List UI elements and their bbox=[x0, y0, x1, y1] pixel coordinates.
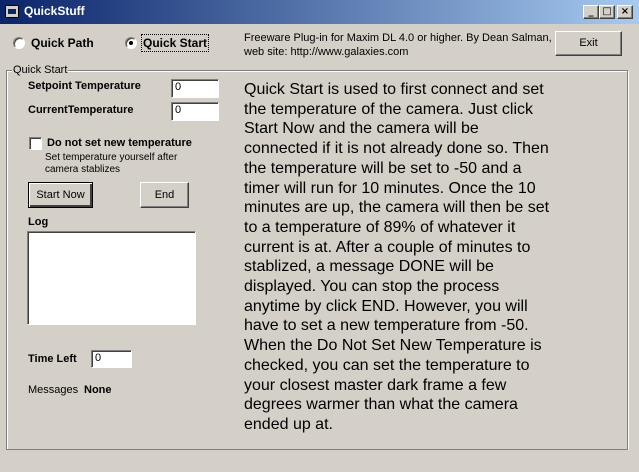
current-temp-label: CurrentTemperature bbox=[28, 104, 134, 116]
messages-label: Messages bbox=[28, 384, 79, 396]
plugin-credit: Freeware Plug-in for Maxim DL 4.0 or hig… bbox=[244, 32, 552, 44]
no-set-label[interactable]: Do not set new temperature bbox=[47, 136, 192, 150]
plugin-info: Freeware Plug-in for Maxim DL 4.0 or hig… bbox=[244, 31, 554, 59]
setpoint-label: Setpoint Temperature bbox=[28, 80, 141, 92]
quick-start-radio[interactable] bbox=[125, 37, 137, 49]
time-left-input[interactable]: 0 bbox=[91, 350, 132, 368]
maximize-button[interactable]: □ bbox=[599, 5, 615, 19]
window-title: QuickStuff bbox=[24, 4, 85, 18]
current-temp-input[interactable]: 0 bbox=[171, 102, 219, 121]
window-bottom-area bbox=[0, 450, 639, 472]
start-now-button[interactable]: Start Now bbox=[28, 182, 93, 208]
group-title: Quick Start bbox=[12, 63, 69, 77]
quick-path-label[interactable]: Quick Path bbox=[31, 36, 94, 50]
app-icon[interactable] bbox=[5, 5, 19, 18]
end-button[interactable]: End bbox=[140, 182, 189, 208]
quick-start-description: Quick Start is used to first connect and… bbox=[244, 81, 550, 433]
log-textbox[interactable] bbox=[27, 231, 196, 325]
time-left-label: Time Left bbox=[28, 353, 77, 365]
quick-path-radio[interactable] bbox=[13, 37, 25, 49]
exit-button[interactable]: Exit bbox=[555, 31, 622, 56]
title-bar[interactable]: QuickStuff _ □ × bbox=[0, 0, 639, 24]
plugin-website: web site: http://www.galaxies.com bbox=[244, 46, 409, 58]
messages-value: None bbox=[84, 384, 112, 396]
close-button[interactable]: × bbox=[617, 5, 633, 19]
quick-start-label[interactable]: Quick Start bbox=[140, 34, 210, 52]
setpoint-input[interactable]: 0 bbox=[171, 79, 219, 98]
no-set-hint-1: Set temperature yourself after bbox=[45, 152, 178, 163]
no-set-checkbox[interactable] bbox=[29, 137, 42, 150]
no-set-hint-2: camera stablizes bbox=[45, 164, 121, 175]
minimize-button[interactable]: _ bbox=[583, 5, 599, 19]
log-label: Log bbox=[28, 216, 49, 228]
